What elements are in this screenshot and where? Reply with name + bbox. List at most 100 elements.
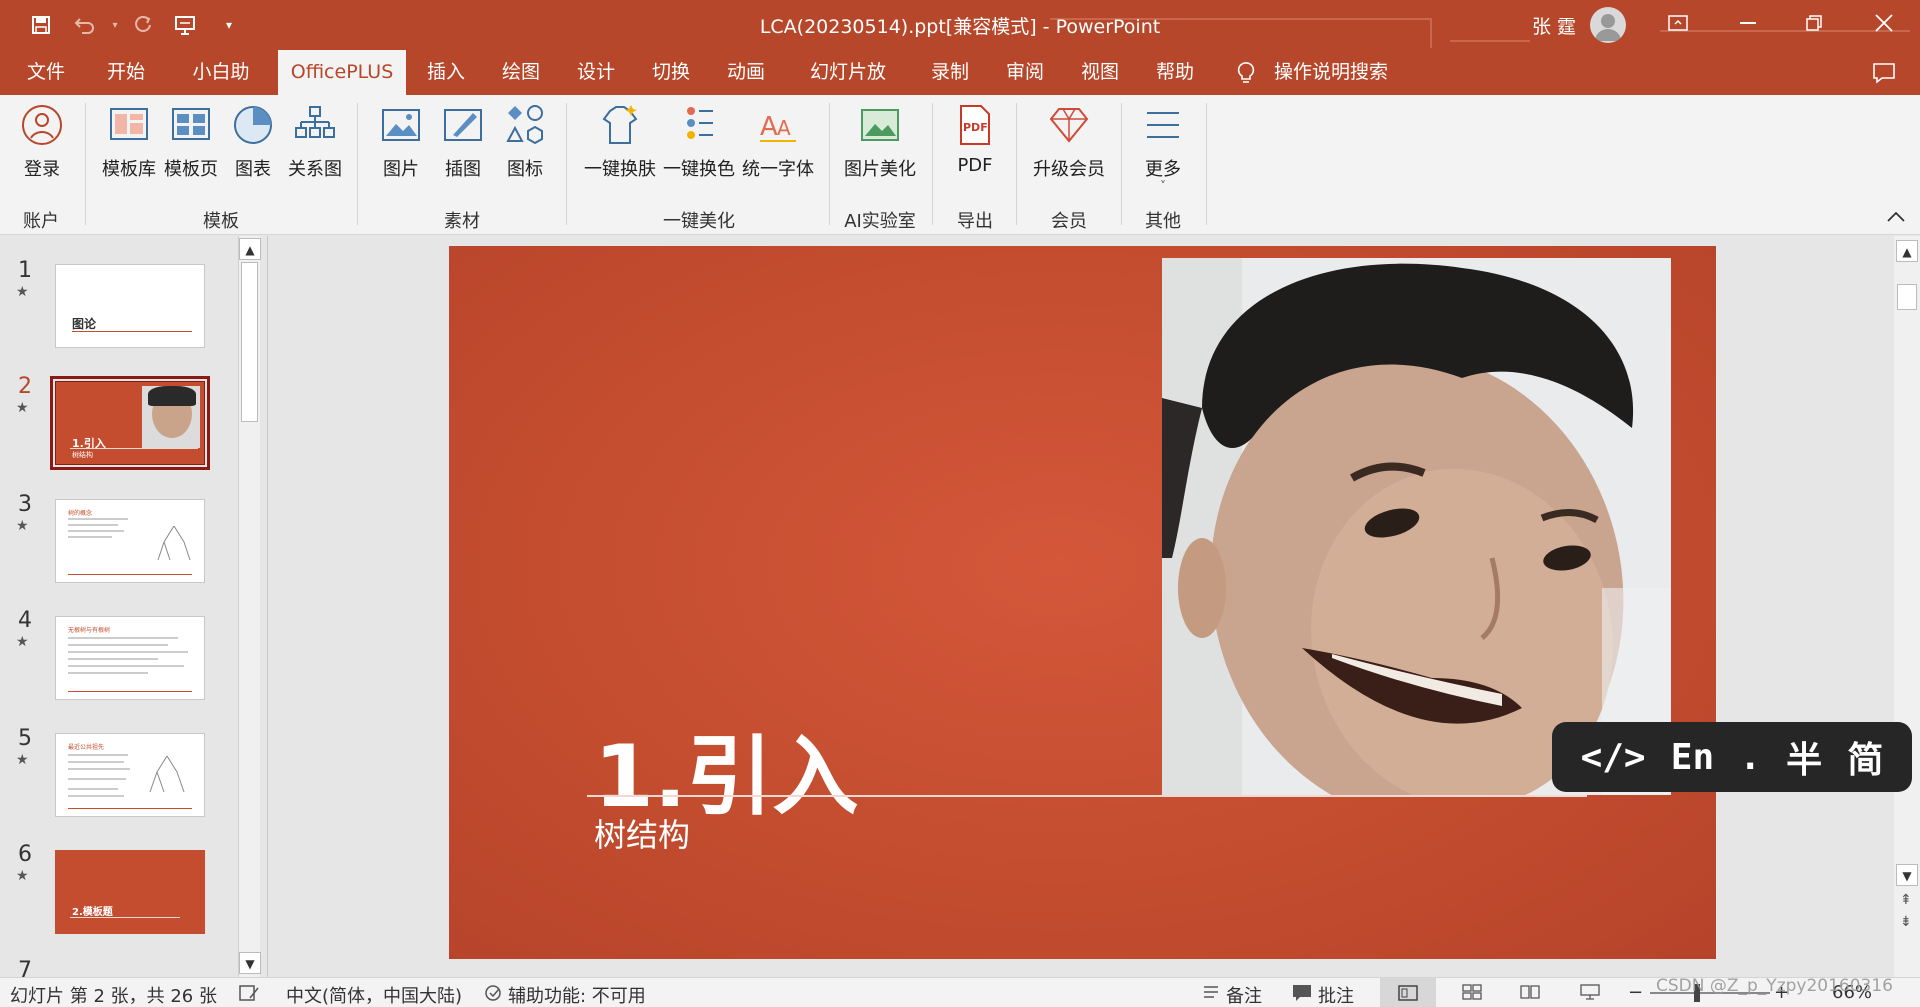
- tab-file[interactable]: 文件: [18, 50, 74, 95]
- restore-icon[interactable]: [1782, 0, 1846, 46]
- slide-thumbnail-2[interactable]: 1.引入 树结构: [50, 376, 210, 470]
- next-slide-icon[interactable]: ⇟: [1900, 914, 1912, 930]
- undo-icon[interactable]: [70, 10, 100, 40]
- one-click-skin-button[interactable]: 一键换肤: [584, 103, 656, 193]
- tab-help[interactable]: 帮助: [1147, 50, 1203, 95]
- export-pdf-button[interactable]: PDF PDF: [940, 103, 1010, 193]
- picture-button[interactable]: 图片: [366, 103, 436, 193]
- slide-counter: 幻灯片 第 2 张，共 26 张: [10, 986, 217, 1007]
- picture-beautify-button[interactable]: 图片美化: [842, 103, 918, 193]
- slide-photo[interactable]: [1162, 258, 1671, 795]
- template-page-icon: [172, 108, 210, 140]
- spelling-check-icon[interactable]: [238, 984, 260, 1002]
- tab-home[interactable]: 开始: [98, 50, 154, 95]
- illustration-button[interactable]: 插图: [428, 103, 498, 193]
- more-button[interactable]: 更多 ˅: [1130, 103, 1196, 193]
- template-page-button[interactable]: 模板页: [156, 103, 226, 193]
- language-indicator[interactable]: 中文(简体，中国大陆): [286, 982, 462, 1007]
- tab-design[interactable]: 设计: [568, 50, 624, 95]
- pdf-label: PDF: [957, 155, 993, 176]
- thumbnail-number: 6: [18, 842, 32, 867]
- ime-simplified-toggle[interactable]: 简: [1847, 731, 1883, 783]
- reading-view-icon[interactable]: [1520, 984, 1540, 1000]
- notes-button[interactable]: 备注: [1226, 982, 1262, 1007]
- icons-label: 图标: [507, 159, 543, 180]
- login-label: 登录: [24, 159, 60, 180]
- tab-xiaobai-assistant[interactable]: 小白助手: [176, 50, 266, 128]
- accessibility-status[interactable]: 辅助功能: 不可用: [508, 982, 646, 1007]
- ime-english-toggle[interactable]: En: [1671, 737, 1714, 778]
- thumbnail-photo: [142, 386, 200, 448]
- scroll-thumb[interactable]: [1897, 284, 1917, 310]
- save-icon[interactable]: [26, 10, 56, 40]
- customize-toolbar-icon[interactable]: ▾: [214, 10, 244, 40]
- group-template-label: 模板: [203, 211, 239, 232]
- tab-officeplus[interactable]: OfficePLUS: [278, 50, 406, 95]
- slide-thumbnail-3[interactable]: 树的概念: [55, 499, 205, 583]
- document-title: LCA(20230514).ppt[兼容模式] - PowerPoint: [759, 16, 1161, 38]
- normal-view-button[interactable]: [1380, 978, 1436, 1007]
- tab-record[interactable]: 录制: [922, 50, 978, 95]
- tab-transitions[interactable]: 切换: [643, 50, 699, 95]
- ime-toolbar[interactable]: </> En . 半 简: [1552, 722, 1912, 792]
- user-name[interactable]: 张 霆: [1532, 12, 1576, 39]
- thumbnail-scrollbar[interactable]: ▲ ▼: [238, 236, 261, 977]
- tab-animations[interactable]: 动画: [718, 50, 774, 95]
- scroll-up-icon[interactable]: ▲: [1896, 240, 1918, 262]
- animation-star-icon: ★: [16, 752, 29, 768]
- ime-code-icon[interactable]: </>: [1581, 737, 1646, 778]
- slide-thumbnail-1[interactable]: 图论: [55, 264, 205, 348]
- comments-icon[interactable]: [1872, 62, 1896, 84]
- animation-star-icon: ★: [16, 634, 29, 650]
- scroll-thumb[interactable]: [241, 262, 258, 422]
- tab-view[interactable]: 视图: [1072, 50, 1128, 95]
- normal-view-icon: [1398, 985, 1418, 1001]
- close-icon[interactable]: [1852, 0, 1916, 46]
- tab-slide-show[interactable]: 幻灯片放映: [796, 50, 900, 128]
- slide-thumbnail-5[interactable]: 最近公共祖先: [55, 733, 205, 817]
- zoom-out-icon[interactable]: −: [1628, 982, 1643, 1003]
- slide-thumbnail-4[interactable]: 无根树与有根树: [55, 616, 205, 700]
- template-library-label: 模板库: [102, 159, 156, 180]
- slide-sorter-icon[interactable]: [1462, 984, 1482, 1000]
- slide-subtitle[interactable]: 树结构: [594, 810, 690, 856]
- ribbon-display-options-icon[interactable]: [1646, 0, 1710, 46]
- chart-button[interactable]: 图表: [218, 103, 288, 193]
- one-click-color-label: 一键换色: [663, 159, 735, 180]
- slide-scrollbar[interactable]: ▲ ▼ ⇞ ⇟: [1894, 236, 1920, 977]
- tell-me-search[interactable]: 操作说明搜索: [1232, 50, 1388, 95]
- more-menu-icon: [1147, 112, 1179, 138]
- scroll-down-icon[interactable]: ▼: [239, 952, 261, 974]
- collapse-ribbon-icon[interactable]: [1886, 208, 1906, 227]
- previous-slide-icon[interactable]: ⇞: [1900, 892, 1912, 908]
- ime-punctuation-toggle[interactable]: .: [1739, 737, 1761, 778]
- accessibility-icon[interactable]: [484, 984, 504, 1002]
- current-slide[interactable]: 1.引入 树结构: [449, 246, 1716, 959]
- minimize-icon[interactable]: [1716, 0, 1780, 46]
- chart-label: 图表: [235, 159, 271, 180]
- tab-review[interactable]: 审阅: [997, 50, 1053, 95]
- slide-show-icon[interactable]: [1580, 984, 1600, 1000]
- title-bar: ▾ ▾ LCA(20230514).ppt[兼容模式] - PowerPoint…: [0, 0, 1920, 50]
- slide-thumbnail-6[interactable]: 2.模板题: [55, 850, 205, 934]
- undo-dropdown-icon[interactable]: ▾: [100, 10, 130, 40]
- upgrade-member-button[interactable]: 升级会员: [1030, 103, 1108, 193]
- group-ai-lab-label: AI实验室: [844, 211, 916, 232]
- unify-font-button[interactable]: AA 统一字体: [742, 103, 814, 193]
- ime-halfwidth-toggle[interactable]: 半: [1786, 731, 1822, 783]
- comments-button[interactable]: 批注: [1318, 982, 1354, 1007]
- login-button[interactable]: 登录: [7, 103, 77, 193]
- scroll-up-icon[interactable]: ▲: [239, 238, 261, 260]
- tab-draw[interactable]: 绘图: [493, 50, 549, 95]
- avatar[interactable]: [1590, 7, 1626, 43]
- redo-icon[interactable]: [128, 10, 158, 40]
- scroll-down-icon[interactable]: ▼: [1896, 864, 1918, 886]
- relationship-diagram-button[interactable]: 关系图: [280, 103, 350, 193]
- template-library-button[interactable]: 模板库: [94, 103, 164, 193]
- one-click-color-button[interactable]: 一键换色: [663, 103, 735, 193]
- tab-insert[interactable]: 插入: [418, 50, 474, 95]
- animation-star-icon: ★: [16, 518, 29, 534]
- icons-button[interactable]: 图标: [490, 103, 560, 193]
- svg-text:PDF: PDF: [963, 121, 988, 134]
- presentation-icon[interactable]: [170, 10, 200, 40]
